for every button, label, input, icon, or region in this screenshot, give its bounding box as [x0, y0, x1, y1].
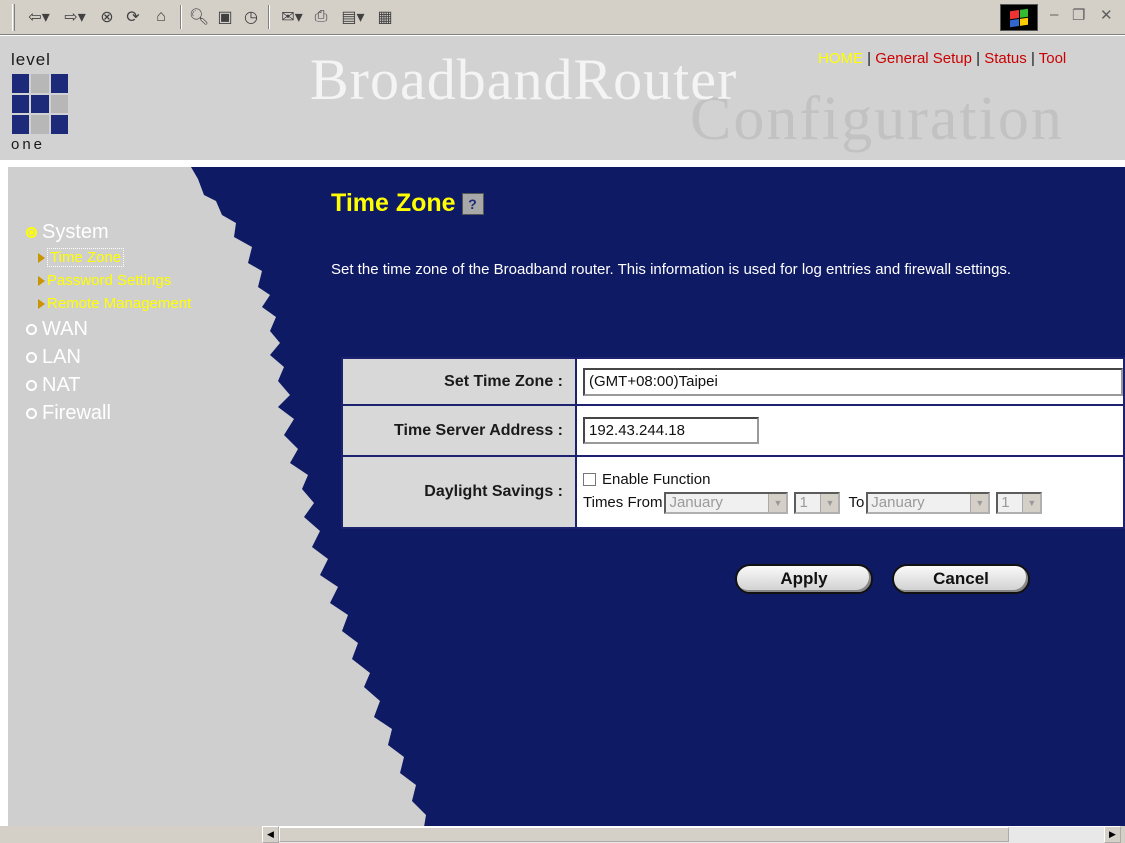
router-header: level one Configuration BroadbandRouter … — [0, 36, 1125, 160]
to-day-select[interactable]: 1 ▼ — [996, 491, 1043, 514]
daylight-savings-cell: Enable Function Times From January ▼ 1 ▼… — [575, 455, 1125, 529]
to-day-value: 1 — [1001, 494, 1010, 511]
logo-one-text: one — [11, 136, 46, 153]
brand-title: BroadbandRouter — [310, 47, 738, 112]
set-time-zone-label: Set Time Zone : — [341, 357, 577, 406]
radio-bullet-icon — [26, 379, 37, 391]
page-title-text: Time Zone — [331, 189, 456, 217]
scrollbar-thumb[interactable] — [279, 827, 1009, 842]
nav-tool-link[interactable]: Tool — [1039, 50, 1067, 67]
help-icon[interactable]: ? — [461, 192, 484, 215]
edit-icon[interactable]: ▤▾ — [336, 6, 370, 28]
levelone-logo: level one — [8, 50, 80, 180]
dropdown-arrow-icon[interactable]: ▼ — [768, 493, 787, 512]
sidebar-item-label: Firewall — [42, 401, 111, 424]
sidebar-item-label: System — [42, 220, 109, 243]
enable-function-row: Enable Function — [583, 471, 1123, 488]
radio-bullet-icon — [26, 323, 37, 335]
toolbar-grip[interactable] — [12, 4, 15, 31]
to-month-value: January — [871, 494, 925, 511]
sidebar-subitem-label: Remote Management — [47, 295, 192, 312]
daylight-savings-label: Daylight Savings : — [341, 455, 577, 529]
scroll-right-icon[interactable]: ▶ — [1104, 826, 1121, 843]
from-month-value: January — [669, 494, 723, 511]
times-from-label: Times From — [583, 494, 663, 511]
triangle-arrow-icon — [38, 298, 45, 309]
sidebar: System Time Zone Password Settings Remot… — [26, 218, 191, 427]
daylight-range-row: Times From January ▼ 1 ▼ To January ▼ 1 … — [583, 491, 1123, 514]
configuration-watermark: Configuration — [690, 85, 1064, 153]
sidebar-item-firewall[interactable]: Firewall — [26, 399, 191, 427]
sidebar-item-label: LAN — [42, 345, 81, 368]
set-time-zone-cell: (GMT+08:00)Taipei — [575, 357, 1125, 406]
sidebar-subitem-password-settings[interactable]: Password Settings — [38, 269, 191, 292]
history-icon[interactable]: ◷ — [240, 6, 262, 28]
sidebar-item-label: WAN — [42, 317, 88, 340]
logo-level-text: level — [11, 50, 51, 69]
radio-bullet-icon — [26, 226, 37, 238]
time-server-label: Time Server Address : — [341, 404, 577, 457]
cancel-button[interactable]: Cancel — [892, 564, 1030, 594]
time-zone-form: Set Time Zone : (GMT+08:00)Taipei Time S… — [341, 357, 1125, 529]
nav-separator: | — [976, 50, 981, 67]
mail-icon[interactable]: ✉▾ — [276, 6, 308, 28]
from-day-value: 1 — [799, 494, 808, 511]
radio-bullet-icon — [26, 351, 37, 363]
sidebar-subitem-time-zone[interactable]: Time Zone — [38, 246, 191, 269]
toolbar-separator — [268, 5, 270, 29]
enable-function-checkbox[interactable] — [583, 472, 596, 486]
discuss-icon[interactable]: ▦ — [374, 6, 396, 28]
windows-logo-icon — [1000, 4, 1038, 31]
sidebar-item-system[interactable]: System — [26, 218, 191, 246]
minimize-icon[interactable]: – — [1050, 6, 1058, 23]
restore-icon[interactable]: ❐ — [1072, 6, 1085, 24]
forward-icon[interactable]: ⇨▾ — [58, 6, 92, 28]
nav-separator: | — [867, 50, 872, 67]
home-icon[interactable]: ⌂ — [150, 6, 172, 28]
favorites-icon[interactable]: ▣ — [214, 6, 236, 28]
dropdown-arrow-icon[interactable]: ▼ — [970, 493, 989, 512]
close-icon[interactable]: ✕ — [1100, 6, 1113, 24]
sidebar-subitem-remote-management[interactable]: Remote Management — [38, 292, 191, 315]
refresh-icon[interactable]: ⟳ — [122, 6, 144, 28]
from-day-select[interactable]: 1 ▼ — [794, 491, 841, 514]
sidebar-item-label: NAT — [42, 373, 81, 396]
sidebar-item-lan[interactable]: LAN — [26, 343, 191, 371]
nav-separator: | — [1030, 50, 1035, 67]
sidebar-subitem-label: Time Zone — [47, 248, 125, 267]
top-navigation: HOME | General Setup | Status | Tool — [818, 50, 1066, 67]
page-title: Time Zone ? — [331, 189, 484, 218]
from-month-select[interactable]: January ▼ — [664, 491, 789, 514]
sidebar-item-nat[interactable]: NAT — [26, 371, 191, 399]
apply-button[interactable]: Apply — [735, 564, 873, 594]
stop-icon[interactable]: ⊗ — [96, 6, 118, 28]
nav-status-link[interactable]: Status — [984, 50, 1027, 67]
time-server-cell: 192.43.244.18 — [575, 404, 1125, 457]
triangle-arrow-icon — [38, 252, 45, 263]
toolbar-separator — [180, 5, 182, 29]
enable-function-label: Enable Function — [602, 470, 711, 488]
to-month-select[interactable]: January ▼ — [866, 491, 991, 514]
triangle-arrow-icon — [38, 275, 45, 286]
browser-window: ⇦▾ ⇨▾ ⊗ ⟳ ⌂ 🔍︎ ▣ ◷ ✉▾ ⎙ ▤▾ ▦ – ❐ ✕ level… — [0, 0, 1125, 843]
nav-general-setup-link[interactable]: General Setup — [875, 50, 972, 67]
page-description: Set the time zone of the Broadband route… — [331, 261, 1012, 278]
radio-bullet-icon — [26, 407, 37, 419]
print-icon[interactable]: ⎙ — [310, 6, 332, 28]
sidebar-item-wan[interactable]: WAN — [26, 315, 191, 343]
dropdown-arrow-icon[interactable]: ▼ — [820, 493, 839, 512]
scroll-left-icon[interactable]: ◀ — [262, 826, 279, 843]
time-zone-select[interactable]: (GMT+08:00)Taipei — [583, 367, 1123, 396]
time-server-input[interactable]: 192.43.244.18 — [583, 417, 759, 444]
sidebar-subitem-label: Password Settings — [47, 272, 172, 289]
horizontal-scrollbar[interactable]: ◀ ▶ — [0, 826, 1125, 843]
dropdown-arrow-icon[interactable]: ▼ — [1022, 493, 1041, 512]
search-icon[interactable]: 🔍︎ — [188, 6, 210, 28]
nav-home-link[interactable]: HOME — [818, 50, 863, 67]
browser-toolbar: ⇦▾ ⇨▾ ⊗ ⟳ ⌂ 🔍︎ ▣ ◷ ✉▾ ⎙ ▤▾ ▦ – ❐ ✕ — [0, 0, 1125, 35]
to-label: To — [848, 494, 865, 511]
back-icon[interactable]: ⇦▾ — [22, 6, 56, 28]
